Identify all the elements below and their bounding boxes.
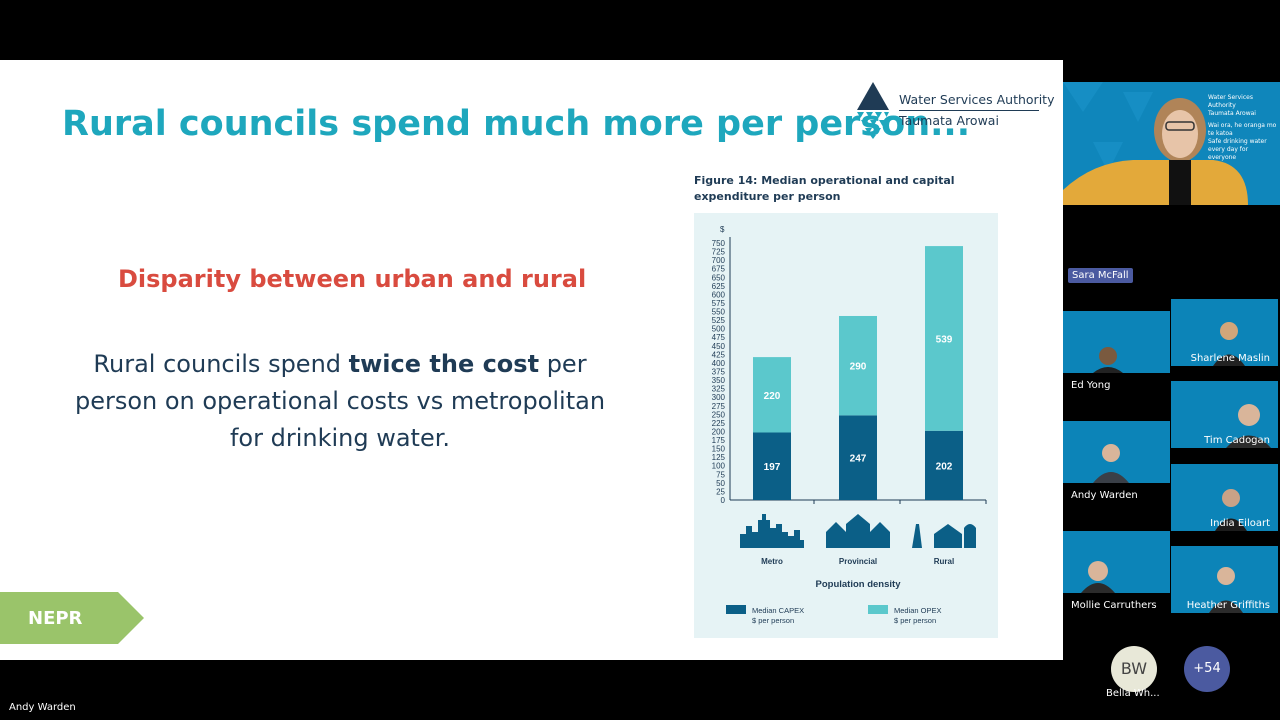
- y-tick-label: 75: [716, 470, 725, 479]
- shared-slide: Rural councils spend much more per perso…: [0, 60, 1063, 660]
- y-tick-label: 0: [721, 496, 726, 505]
- y-tick-label: 425: [712, 350, 726, 359]
- legend-label: Median CAPEX: [752, 606, 804, 615]
- bar-value-label: 220: [764, 391, 781, 402]
- avatar-bella-name: Bella Wh...: [1106, 688, 1160, 699]
- y-tick-label: 350: [712, 376, 726, 385]
- x-category-label: Provincial: [839, 557, 877, 566]
- more-participants-button[interactable]: +54: [1184, 646, 1230, 692]
- y-tick-label: 375: [712, 368, 726, 377]
- presenter-bg-line4: Safe drinking water every day for everyo…: [1208, 138, 1267, 161]
- body-text-pre: Rural councils spend: [93, 350, 349, 378]
- logo-name: Water Services Authority: [899, 92, 1055, 107]
- presenter-background-text: Water Services Authority Taumata Arowai …: [1208, 94, 1278, 162]
- y-tick-label: 225: [712, 419, 726, 428]
- y-tick-label: 200: [712, 427, 726, 436]
- y-tick-label: 475: [712, 333, 726, 342]
- water-drop-icon: [857, 82, 889, 139]
- active-speaker-name: Andy Warden: [9, 702, 76, 713]
- y-tick-label: 650: [712, 273, 726, 282]
- participant-name: Mollie Carruthers: [1071, 600, 1157, 611]
- x-axis-title: Population density: [816, 579, 902, 590]
- y-tick-label: 750: [712, 239, 726, 248]
- y-tick-label: 675: [712, 265, 726, 274]
- y-tick-label: 450: [712, 342, 726, 351]
- presenter-bg-line1: Water Services Authority: [1208, 94, 1253, 109]
- y-tick-label: 575: [712, 299, 726, 308]
- y-tick-label: 50: [716, 479, 725, 488]
- participant-tile-heather-griffiths[interactable]: Heather Griffiths: [1171, 546, 1278, 613]
- presenter-bg-line3: Wai ora, he oranga mo te katoa: [1208, 122, 1277, 137]
- y-tick-label: 500: [712, 325, 726, 334]
- y-tick-label: 150: [712, 445, 726, 454]
- y-tick-label: 25: [716, 487, 725, 496]
- nepr-tag: NEPR: [0, 592, 146, 648]
- y-tick-label: 325: [712, 385, 726, 394]
- legend-sublabel: $ per person: [752, 616, 794, 625]
- presenter-bg-line2: Taumata Arowai: [1208, 110, 1256, 117]
- y-tick-label: 725: [712, 248, 726, 257]
- chart-svg: $025507510012515017520022525027530032535…: [712, 225, 987, 625]
- y-tick-label: 600: [712, 290, 726, 299]
- logo-maori-name: Taumata Arowai: [899, 113, 999, 128]
- x-category-label: Metro: [761, 557, 783, 566]
- y-tick-label: 100: [712, 462, 726, 471]
- participant-tile-ed-yong[interactable]: Ed Yong: [1063, 311, 1170, 393]
- y-tick-label: 300: [712, 393, 726, 402]
- nepr-label: NEPR: [28, 608, 83, 629]
- y-tick-label: 275: [712, 402, 726, 411]
- slide-subheading: Disparity between urban and rural: [118, 265, 587, 293]
- provincial-icon: [826, 514, 890, 548]
- y-axis-unit: $: [720, 225, 725, 234]
- logo-divider: [899, 110, 1039, 111]
- body-text-bold: twice the cost: [348, 350, 540, 378]
- participant-name: Heather Griffiths: [1186, 600, 1270, 611]
- y-tick-label: 550: [712, 308, 726, 317]
- figure-title: Figure 14: Median operational and capita…: [694, 174, 955, 203]
- legend-sublabel: $ per person: [894, 616, 936, 625]
- participant-tile-tim-cadogan[interactable]: Tim Cadogan: [1171, 381, 1278, 448]
- y-tick-label: 525: [712, 316, 726, 325]
- bar-value-label: 290: [850, 362, 867, 373]
- legend-label: Median OPEX: [894, 606, 942, 615]
- x-category-label: Rural: [934, 557, 954, 566]
- legend-swatch: [726, 605, 746, 614]
- participant-name: Ed Yong: [1071, 380, 1111, 391]
- participant-name: India Eiloart: [1210, 518, 1270, 529]
- participant-tile-india-eiloart[interactable]: India Eiloart: [1171, 464, 1278, 531]
- bar-value-label: 539: [936, 334, 953, 345]
- metro-icon: [740, 514, 804, 548]
- bar-value-label: 197: [764, 462, 781, 473]
- participant-tile-andy-warden[interactable]: Andy Warden: [1063, 421, 1170, 503]
- y-tick-label: 625: [712, 282, 726, 291]
- participant-tile-sharlene-maslin[interactable]: Sharlene Maslin: [1171, 299, 1278, 366]
- avatar-bella[interactable]: BW: [1111, 646, 1157, 692]
- legend-swatch: [868, 605, 888, 614]
- slide-body: Rural councils spend twice the cost per …: [60, 346, 620, 457]
- bar-value-label: 202: [936, 461, 953, 472]
- participant-name: Andy Warden: [1071, 490, 1138, 501]
- presenter-video[interactable]: Water Services Authority Taumata Arowai …: [1063, 82, 1280, 205]
- rural-icon: [912, 524, 976, 548]
- participant-name: Tim Cadogan: [1204, 435, 1270, 446]
- y-tick-label: 175: [712, 436, 726, 445]
- y-tick-label: 125: [712, 453, 726, 462]
- slide-title: Rural councils spend much more per perso…: [62, 104, 971, 144]
- y-tick-label: 250: [712, 410, 726, 419]
- participant-tile-mollie-carruthers[interactable]: Mollie Carruthers: [1063, 531, 1170, 613]
- presenter-name-tag: Sara McFall: [1068, 268, 1133, 283]
- bar-value-label: 247: [850, 454, 867, 465]
- wsa-logo: Water Services Authority Taumata Arowai: [853, 80, 1055, 140]
- participant-name: Sharlene Maslin: [1190, 353, 1270, 364]
- y-tick-label: 700: [712, 256, 726, 265]
- expenditure-chart: $0 25 50 75 100 125 150 175 200 225 250 275 300 325 35…: [694, 213, 998, 638]
- y-tick-label: 400: [712, 359, 726, 368]
